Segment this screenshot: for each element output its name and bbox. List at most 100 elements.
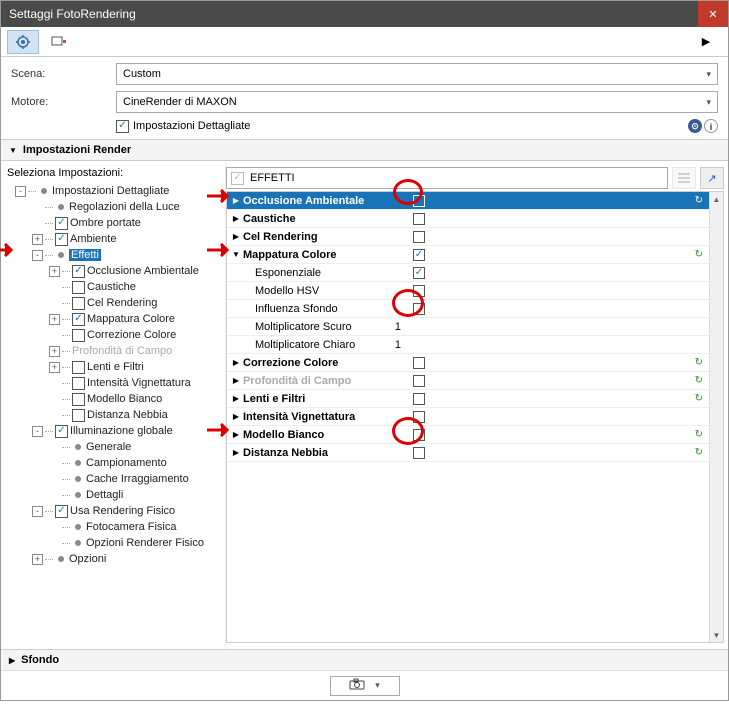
expand-icon[interactable]: ▶: [231, 394, 241, 403]
scena-select[interactable]: Custom ▾: [116, 63, 718, 85]
list-row[interactable]: Modello HSV: [227, 282, 709, 300]
collapse-icon[interactable]: -: [32, 426, 43, 437]
tree-item[interactable]: Campionamento: [7, 455, 221, 471]
motore-select[interactable]: CineRender di MAXON ▾: [116, 91, 718, 113]
list-row[interactable]: Esponenziale✓: [227, 264, 709, 282]
tree-checkbox[interactable]: ✓: [72, 313, 85, 326]
tree-item[interactable]: Cache Irraggiamento: [7, 471, 221, 487]
output-tab-icon[interactable]: [43, 30, 75, 54]
tree-checkbox[interactable]: [72, 297, 85, 310]
expand-icon[interactable]: ▶: [231, 358, 241, 367]
tree-checkbox[interactable]: ✓: [55, 233, 68, 246]
list-row[interactable]: Influenza Sfondo: [227, 300, 709, 318]
list-row[interactable]: ▶Lenti e Filtri↻: [227, 390, 709, 408]
tree-item[interactable]: +✓Occlusione Ambientale: [7, 263, 221, 279]
tree-item[interactable]: Dettagli: [7, 487, 221, 503]
list-checkbox[interactable]: [413, 429, 425, 441]
tree-item[interactable]: Regolazioni della Luce: [7, 199, 221, 215]
tree-checkbox[interactable]: ✓: [72, 265, 85, 278]
list-row[interactable]: Moltiplicatore Scuro1: [227, 318, 709, 336]
close-button[interactable]: ✕: [698, 1, 728, 27]
tree-checkbox[interactable]: [72, 329, 85, 342]
tree-item[interactable]: +Lenti e Filtri: [7, 359, 221, 375]
tree-item[interactable]: -Impostazioni Dettagliate: [7, 183, 221, 199]
expand-icon[interactable]: +: [49, 266, 60, 277]
tree-item[interactable]: Cel Rendering: [7, 295, 221, 311]
list-checkbox[interactable]: [413, 393, 425, 405]
scrollbar[interactable]: ▲ ▼: [709, 192, 723, 642]
reset-icon[interactable]: ↻: [695, 357, 703, 368]
expand-icon[interactable]: ▶: [231, 430, 241, 439]
expand-icon[interactable]: ▶: [231, 376, 241, 385]
expand-icon[interactable]: ▶: [231, 214, 241, 223]
tree-item[interactable]: +Opzioni: [7, 551, 221, 567]
collapse-icon[interactable]: -: [15, 186, 26, 197]
list-row[interactable]: ▼Mappatura Colore✓↻: [227, 246, 709, 264]
expand-icon[interactable]: +: [32, 554, 43, 565]
list-checkbox[interactable]: [413, 231, 425, 243]
scroll-down[interactable]: ▼: [710, 628, 723, 642]
tree-item[interactable]: -✓Illuminazione globale: [7, 423, 221, 439]
tree-checkbox[interactable]: ✓: [55, 505, 68, 518]
list-row[interactable]: Moltiplicatore Chiaro1: [227, 336, 709, 354]
reset-icon[interactable]: ↻: [695, 249, 703, 260]
list-row[interactable]: ▶Modello Bianco↻: [227, 426, 709, 444]
expand-icon[interactable]: +: [49, 314, 60, 325]
list-checkbox[interactable]: [413, 447, 425, 459]
tree-item[interactable]: ✓Ombre portate: [7, 215, 221, 231]
tree-item[interactable]: +✓Ambiente: [7, 231, 221, 247]
settings-tab-icon[interactable]: [7, 30, 39, 54]
tree-item[interactable]: Fotocamera Fisica: [7, 519, 221, 535]
expand-icon[interactable]: ▶: [231, 196, 241, 205]
reset-icon[interactable]: ↻: [695, 375, 703, 386]
expand-right-icon[interactable]: ▶: [690, 30, 722, 54]
collapse-icon[interactable]: ▼: [231, 250, 241, 259]
list-value[interactable]: 1: [385, 339, 425, 351]
render-button[interactable]: ▾: [330, 676, 400, 696]
info-i-icon[interactable]: i: [704, 119, 718, 133]
list-row[interactable]: ▶Intensità Vignettatura: [227, 408, 709, 426]
filter-checkbox[interactable]: ✓: [231, 172, 244, 185]
expand-icon[interactable]: ▶: [231, 232, 241, 241]
expand-icon[interactable]: ▶: [231, 412, 241, 421]
reset-icon[interactable]: ↻: [695, 393, 703, 404]
list-checkbox[interactable]: [413, 375, 425, 387]
list-row[interactable]: ▶Caustiche: [227, 210, 709, 228]
tree-checkbox[interactable]: [72, 377, 85, 390]
tree-item[interactable]: Opzioni Renderer Fisico: [7, 535, 221, 551]
list-row[interactable]: ▶Distanza Nebbia↻: [227, 444, 709, 462]
list-checkbox[interactable]: ✓: [413, 267, 425, 279]
scroll-up[interactable]: ▲: [710, 192, 723, 206]
reset-icon[interactable]: ↻: [695, 447, 703, 458]
tree-checkbox[interactable]: [72, 409, 85, 422]
tree-item[interactable]: +Profondità di Campo: [7, 343, 221, 359]
tree-item[interactable]: Distanza Nebbia: [7, 407, 221, 423]
list-checkbox[interactable]: ✓: [413, 249, 425, 261]
reset-icon[interactable]: ↻: [695, 429, 703, 440]
list-row[interactable]: ▶Correzione Colore↻: [227, 354, 709, 372]
list-checkbox[interactable]: [413, 303, 425, 315]
dettagliate-checkbox[interactable]: ✓: [116, 120, 129, 133]
collapse-icon[interactable]: -: [32, 506, 43, 517]
tree-item[interactable]: Intensità Vignettatura: [7, 375, 221, 391]
tree-item[interactable]: -Effetti: [7, 247, 221, 263]
list-checkbox[interactable]: [413, 213, 425, 225]
sfondo-section[interactable]: ▶ Sfondo: [1, 649, 728, 670]
export-icon-button[interactable]: ↗: [700, 167, 724, 189]
tree-item[interactable]: Modello Bianco: [7, 391, 221, 407]
render-settings-header[interactable]: ▼ Impostazioni Render: [1, 139, 728, 161]
tree-checkbox[interactable]: ✓: [55, 425, 68, 438]
list-checkbox[interactable]: [413, 411, 425, 423]
list-value[interactable]: 1: [385, 321, 425, 333]
collapse-icon[interactable]: -: [32, 250, 43, 261]
tree-checkbox[interactable]: [72, 281, 85, 294]
list-checkbox[interactable]: [413, 285, 425, 297]
list-row[interactable]: ▶Occlusione Ambientale✓↻: [227, 192, 709, 210]
tree-item[interactable]: Correzione Colore: [7, 327, 221, 343]
list-row[interactable]: ▶Profondità di Campo↻: [227, 372, 709, 390]
settings-tree[interactable]: -Impostazioni DettagliateRegolazioni del…: [7, 183, 221, 643]
tree-item[interactable]: +✓Mappatura Colore: [7, 311, 221, 327]
expand-icon[interactable]: ▶: [231, 448, 241, 457]
list-checkbox[interactable]: [413, 357, 425, 369]
tree-item[interactable]: Generale: [7, 439, 221, 455]
